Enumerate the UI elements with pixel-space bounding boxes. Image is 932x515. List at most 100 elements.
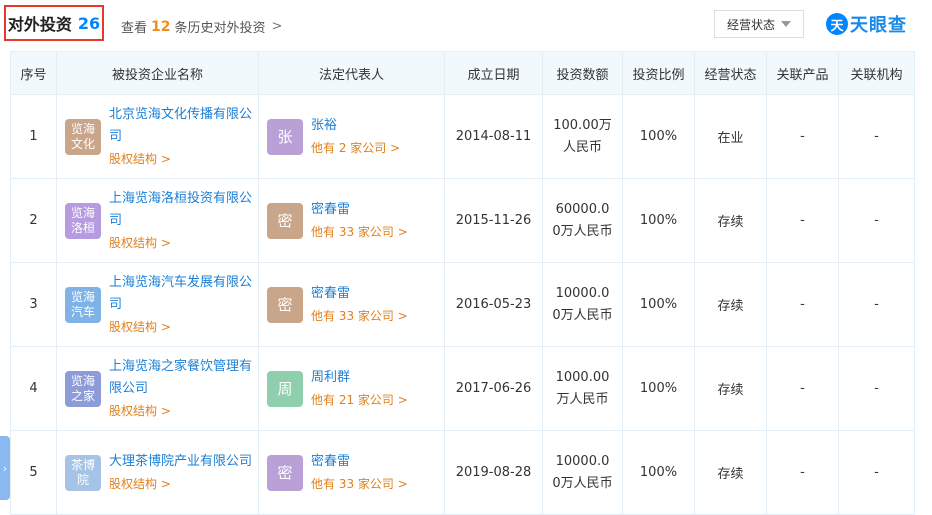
investment-ratio: 100% — [622, 430, 695, 515]
status-filter-dropdown[interactable]: 经营状态 — [714, 10, 804, 38]
established-date: 2017-06-26 — [444, 346, 543, 431]
col-header-company: 被投资企业名称 — [56, 51, 259, 95]
related-org: - — [838, 94, 915, 179]
side-expand-tab[interactable]: › — [0, 436, 10, 500]
section-header: 对外投资 26 查看 12 条历史对外投资 > 经营状态 天 天眼查 — [0, 0, 932, 50]
investment-amount-text: 10000.00万人民币 — [552, 285, 613, 323]
company-cell: 茶博 院 大理茶博院产业有限公司 股权结构 > — [56, 430, 259, 515]
equity-structure-link[interactable]: 股权结构 > — [109, 316, 254, 338]
representative-companies-link[interactable]: 他有 33 家公司 > — [311, 221, 408, 243]
company-name-link[interactable]: 上海览海洛桓投资有限公司 — [109, 188, 254, 232]
status-badge: 在业 — [694, 94, 767, 179]
related-product: - — [766, 262, 839, 347]
representative-cell: 密 密春雷 他有 33 家公司 > — [258, 430, 445, 515]
equity-structure-link[interactable]: 股权结构 > — [109, 400, 254, 422]
investment-ratio: 100% — [622, 178, 695, 263]
related-product: - — [766, 346, 839, 431]
col-header-no: 序号 — [10, 51, 57, 95]
representative-name-link[interactable]: 周利群 — [311, 367, 408, 389]
representative-companies-link[interactable]: 他有 2 家公司 > — [311, 137, 400, 159]
representative-companies-link[interactable]: 他有 21 家公司 > — [311, 389, 408, 411]
row-number: 3 — [10, 262, 57, 347]
table-row: 3 览海 汽车 上海览海汽车发展有限公司 股权结构 > 密 密春雷 他有 33 … — [10, 262, 915, 347]
representative-cell: 密 密春雷 他有 33 家公司 > — [258, 262, 445, 347]
company-cell: 览海 文化 北京览海文化传播有限公司 股权结构 > — [56, 94, 259, 179]
avatar[interactable]: 密 — [267, 286, 303, 323]
status-badge: 存续 — [694, 178, 767, 263]
investment-ratio: 100% — [622, 262, 695, 347]
company-cell: 览海 之家 上海览海之家餐饮管理有限公司 股权结构 > — [56, 346, 259, 431]
related-org: - — [838, 430, 915, 515]
table-row: 2 览海 洛桓 上海览海洛桓投资有限公司 股权结构 > 密 密春雷 他有 33 … — [10, 178, 915, 263]
investment-table: 序号 被投资企业名称 法定代表人 成立日期 投资数额 投资比例 经营状态 关联产… — [10, 51, 915, 515]
row-number: 5 — [10, 430, 57, 515]
section-title: 对外投资 — [7, 15, 72, 34]
brand-text: 天眼查 — [850, 15, 907, 36]
related-org: - — [838, 346, 915, 431]
related-product: - — [766, 94, 839, 179]
status-badge: 存续 — [694, 430, 767, 515]
company-name-link[interactable]: 北京览海文化传播有限公司 — [109, 104, 254, 148]
representative-companies-link[interactable]: 他有 33 家公司 > — [311, 473, 408, 495]
history-investments-link[interactable]: 查看 12 条历史对外投资 > — [121, 17, 282, 37]
table-row: 4 览海 之家 上海览海之家餐饮管理有限公司 股权结构 > 周 周利群 他有 2… — [10, 346, 915, 431]
representative-name-link[interactable]: 密春雷 — [311, 199, 408, 221]
representative-companies-link[interactable]: 他有 33 家公司 > — [311, 305, 408, 327]
investment-amount: 10000.00万人民币 — [542, 262, 623, 347]
row-number: 2 — [10, 178, 57, 263]
status-filter-label: 经营状态 — [726, 17, 775, 32]
row-number: 1 — [10, 94, 57, 179]
equity-structure-link[interactable]: 股权结构 > — [109, 473, 254, 495]
col-header-org: 关联机构 — [838, 51, 915, 95]
col-header-ratio: 投资比例 — [622, 51, 695, 95]
equity-structure-link[interactable]: 股权结构 > — [109, 232, 254, 254]
table-row: 1 览海 文化 北京览海文化传播有限公司 股权结构 > 张 张裕 他有 2 家公… — [10, 94, 915, 179]
company-logo[interactable]: 览海 之家 — [65, 370, 101, 407]
company-logo[interactable]: 览海 文化 — [65, 118, 101, 155]
history-count: 12 — [151, 18, 171, 35]
avatar[interactable]: 张 — [267, 118, 303, 155]
col-header-date: 成立日期 — [444, 51, 543, 95]
company-cell: 览海 汽车 上海览海汽车发展有限公司 股权结构 > — [56, 262, 259, 347]
avatar[interactable]: 周 — [267, 370, 303, 407]
established-date: 2016-05-23 — [444, 262, 543, 347]
investment-amount: 60000.00万人民币 — [542, 178, 623, 263]
representative-name-link[interactable]: 密春雷 — [311, 451, 408, 473]
history-prefix: 查看 — [121, 21, 148, 36]
company-name-link[interactable]: 大理茶博院产业有限公司 — [109, 451, 254, 473]
established-date: 2019-08-28 — [444, 430, 543, 515]
section-title-box: 对外投资 26 — [4, 5, 104, 41]
related-product: - — [766, 178, 839, 263]
company-name-link[interactable]: 上海览海汽车发展有限公司 — [109, 272, 254, 316]
table-header-row: 序号 被投资企业名称 法定代表人 成立日期 投资数额 投资比例 经营状态 关联产… — [10, 51, 915, 95]
col-header-product: 关联产品 — [766, 51, 839, 95]
status-badge: 存续 — [694, 262, 767, 347]
avatar[interactable]: 密 — [267, 202, 303, 239]
chevron-right-icon: › — [2, 461, 8, 475]
established-date: 2015-11-26 — [444, 178, 543, 263]
investment-amount: 1000.00万人民币 — [542, 346, 623, 431]
representative-cell: 张 张裕 他有 2 家公司 > — [258, 94, 445, 179]
investment-amount-text: 1000.00万人民币 — [555, 369, 610, 407]
representative-name-link[interactable]: 密春雷 — [311, 283, 408, 305]
col-header-amount: 投资数额 — [542, 51, 623, 95]
equity-structure-link[interactable]: 股权结构 > — [109, 148, 254, 170]
company-logo[interactable]: 茶博 院 — [65, 454, 101, 491]
investment-amount: 100.00万人民币 — [542, 94, 623, 179]
company-name-link[interactable]: 上海览海之家餐饮管理有限公司 — [109, 356, 254, 400]
representative-cell: 密 密春雷 他有 33 家公司 > — [258, 178, 445, 263]
company-logo[interactable]: 览海 汽车 — [65, 286, 101, 323]
related-org: - — [838, 178, 915, 263]
history-suffix: 条历史对外投资 — [174, 21, 266, 36]
related-product: - — [766, 430, 839, 515]
tianyancha-logo: 天 天眼查 — [826, 11, 907, 37]
investment-ratio: 100% — [622, 346, 695, 431]
company-logo[interactable]: 览海 洛桓 — [65, 202, 101, 239]
investment-amount-text: 10000.00万人民币 — [552, 453, 613, 491]
table-row: 5 茶博 院 大理茶博院产业有限公司 股权结构 > 密 密春雷 他有 33 家公… — [10, 430, 915, 515]
col-header-status: 经营状态 — [694, 51, 767, 95]
col-header-representative: 法定代表人 — [258, 51, 445, 95]
avatar[interactable]: 密 — [267, 454, 303, 491]
row-number: 4 — [10, 346, 57, 431]
representative-name-link[interactable]: 张裕 — [311, 115, 400, 137]
